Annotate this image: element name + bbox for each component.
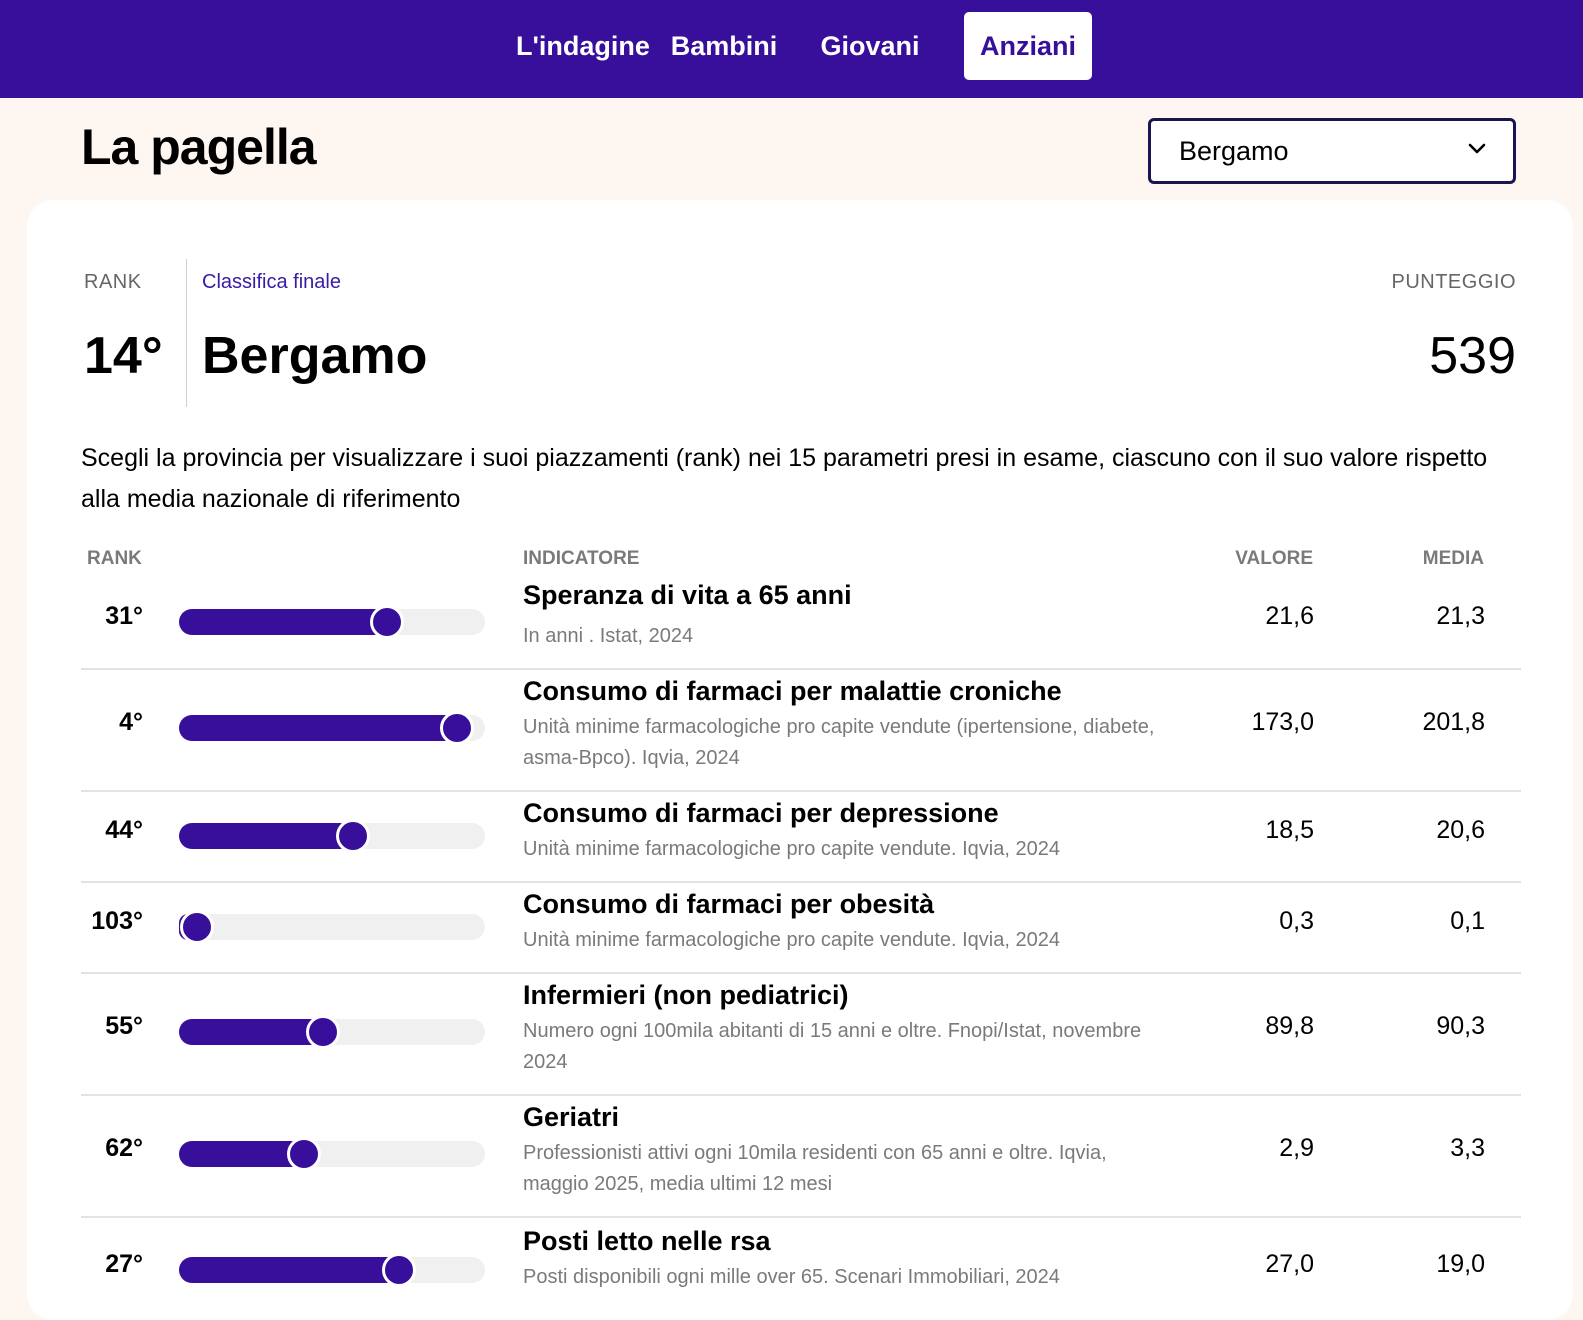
rank-bar-knob: [370, 605, 405, 639]
indicator-subtitle: In anni . Istat, 2024: [523, 625, 694, 647]
rank-bar-fill: [179, 1019, 323, 1045]
chevron-down-icon: [1468, 143, 1486, 154]
rank-bar-knob: [180, 910, 215, 944]
page-title: La pagella: [81, 119, 317, 175]
rank-bar-knob: [382, 1253, 417, 1287]
row-rank: 27°: [105, 1250, 143, 1278]
row-average: 20,6: [1436, 816, 1485, 844]
table-row: 31° Speranza di vita a 65 anni In anni .…: [81, 578, 1521, 668]
row-value: 21,6: [1265, 602, 1314, 630]
rank-bar: [179, 819, 485, 853]
indicator-title: Infermieri (non pediatrici): [523, 980, 849, 1010]
indicator-subtitle: Unità minime farmacologiche pro capite v…: [523, 929, 1060, 951]
col-header-value: VALORE: [1235, 548, 1313, 569]
row-average: 90,3: [1436, 1012, 1485, 1040]
row-value: 18,5: [1265, 816, 1314, 844]
rank-bar-fill: [179, 609, 388, 635]
row-rank: 55°: [105, 1012, 143, 1040]
rank-bar: [179, 1137, 485, 1171]
rank-bar-fill: [179, 1141, 305, 1167]
table-row: 27° Posti letto nelle rsa Posti disponib…: [81, 1218, 1521, 1288]
row-average: 0,1: [1450, 907, 1485, 935]
row-rank: 62°: [105, 1134, 143, 1162]
row-average: 3,3: [1450, 1134, 1485, 1162]
table-row: 62° Geriatri Professionisti attivi ogni …: [81, 1096, 1521, 1216]
summary-rank: 14°: [84, 327, 163, 385]
rank-bar: [179, 1253, 485, 1287]
summary-score-label: PUNTEGGIO: [1391, 271, 1516, 293]
row-rank: 31°: [105, 602, 143, 630]
rank-bar-fill: [179, 823, 354, 849]
indicator-title: Consumo di farmaci per malattie croniche: [523, 676, 1062, 706]
indicator-subtitle: Numero ogni 100mila abitanti di 15 anni …: [523, 1020, 1142, 1073]
row-rank: 44°: [105, 816, 143, 844]
row-average: 201,8: [1422, 708, 1485, 736]
col-header-rank: RANK: [87, 548, 142, 569]
rank-bar: [179, 711, 485, 745]
indicator-title: Speranza di vita a 65 anni: [523, 580, 852, 610]
table-row: 4° Consumo di farmaci per malattie croni…: [81, 670, 1521, 790]
nav-tab-giovani[interactable]: Giovani: [814, 12, 926, 80]
indicator-title: Posti letto nelle rsa: [523, 1226, 771, 1256]
classifica-finale-link[interactable]: Classifica finale: [202, 271, 341, 294]
rank-bar: [179, 605, 485, 639]
rank-bar-knob: [305, 1015, 340, 1049]
summary-divider: [186, 259, 187, 407]
indicator-title: Consumo di farmaci per depressione: [523, 798, 999, 828]
table-row: 55° Infermieri (non pediatrici) Numero o…: [81, 974, 1521, 1094]
row-value: 89,8: [1265, 1012, 1314, 1040]
indicator-title: Consumo di farmaci per obesità: [523, 889, 935, 919]
indicator-title: Geriatri: [523, 1102, 620, 1132]
indicator-subtitle: Posti disponibili ogni mille over 65. Sc…: [523, 1266, 1060, 1288]
nav-tab-anziani[interactable]: Anziani: [964, 12, 1092, 80]
col-header-indicator: INDICATORE: [523, 548, 640, 569]
rank-bar-fill: [179, 1257, 400, 1283]
summary-score: 539: [1429, 327, 1516, 385]
row-average: 21,3: [1436, 602, 1485, 630]
col-header-average: MEDIA: [1422, 548, 1484, 569]
rank-bar: [179, 910, 485, 944]
indicator-subtitle: Professionisti attivi ogni 10mila reside…: [523, 1142, 1107, 1195]
table-row: 44° Consumo di farmaci per depressione U…: [81, 792, 1521, 882]
indicator-subtitle: Unità minime farmacologiche pro capite v…: [523, 716, 1155, 769]
description-text: Scegli la provincia per visualizzare i s…: [81, 444, 1488, 513]
province-select[interactable]: Bergamo: [1148, 118, 1516, 184]
table-row: 103° Consumo di farmaci per obesità Unit…: [81, 883, 1521, 973]
rank-bar-fill: [179, 715, 458, 741]
row-value: 173,0: [1251, 708, 1314, 736]
summary-province: Bergamo: [202, 327, 428, 385]
row-average: 19,0: [1436, 1250, 1485, 1278]
rank-bar-knob: [336, 819, 371, 853]
top-nav: L'indagine Bambini Giovani Anziani: [0, 0, 1583, 98]
nav-tab-bambini[interactable]: Bambini: [668, 12, 780, 80]
summary-rank-label: RANK: [84, 271, 142, 293]
rank-bar-knob: [440, 711, 475, 745]
indicator-subtitle: Unità minime farmacologiche pro capite v…: [523, 838, 1060, 860]
row-value: 0,3: [1279, 907, 1314, 935]
row-rank: 4°: [119, 708, 143, 736]
rank-bar-knob: [287, 1137, 322, 1171]
province-select-value: Bergamo: [1179, 136, 1289, 166]
row-value: 2,9: [1279, 1134, 1314, 1162]
row-rank: 103°: [91, 907, 143, 935]
rank-bar: [179, 1015, 485, 1049]
nav-tab-indagine[interactable]: L'indagine: [516, 12, 650, 80]
row-value: 27,0: [1265, 1250, 1314, 1278]
